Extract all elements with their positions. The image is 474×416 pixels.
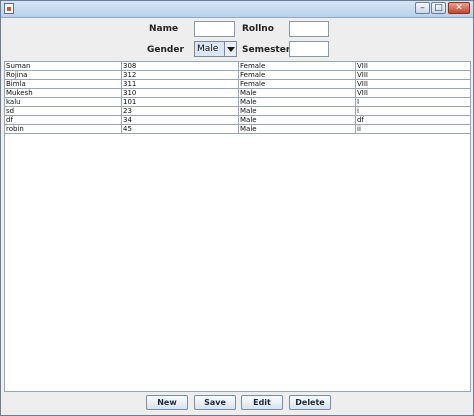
table-row[interactable]: Bimla 311 Female VIII <box>5 80 470 89</box>
minimize-icon: – <box>420 3 425 13</box>
title-bar: – □ ✕ <box>1 1 473 18</box>
table-cell[interactable]: VIII <box>356 71 470 79</box>
table-cell[interactable]: Female <box>239 80 355 88</box>
table-cell[interactable]: 34 <box>122 116 238 124</box>
table-row[interactable]: Mukesh 310 Male VIII <box>5 89 470 98</box>
table-cell[interactable]: VIII <box>356 80 470 88</box>
table-cell[interactable]: Female <box>239 71 355 79</box>
table-cell[interactable]: kalu <box>5 98 121 106</box>
table-row[interactable]: Rojina 312 Female VIII <box>5 71 470 80</box>
close-button[interactable]: ✕ <box>448 2 470 14</box>
name-label: Name <box>149 24 179 34</box>
table-row[interactable]: kalu 101 Male I <box>5 98 470 107</box>
table-cell[interactable]: i <box>356 107 470 115</box>
table-cell[interactable]: VIII <box>356 89 470 97</box>
new-button[interactable]: New <box>146 395 188 410</box>
table-cell[interactable]: 308 <box>122 62 238 70</box>
table-row[interactable]: sd 23 Male i <box>5 107 470 116</box>
students-table[interactable]: Suman 308 Female VIII Rojina 312 Female … <box>4 61 471 392</box>
table-cell[interactable]: Bimla <box>5 80 121 88</box>
table-cell[interactable]: 312 <box>122 71 238 79</box>
minimize-button[interactable]: – <box>415 2 430 14</box>
table-cell[interactable]: Suman <box>5 62 121 70</box>
table-cell[interactable]: sd <box>5 107 121 115</box>
table-cell[interactable]: Male <box>239 107 355 115</box>
table-cell[interactable]: robin <box>5 125 121 133</box>
semester-field[interactable] <box>289 41 329 57</box>
name-field[interactable] <box>194 21 235 37</box>
table-cell[interactable]: Rojina <box>5 71 121 79</box>
table-cell[interactable]: VIII <box>356 62 470 70</box>
close-icon: ✕ <box>455 3 463 13</box>
table-row[interactable]: df 34 Male df <box>5 116 470 125</box>
rollno-field[interactable] <box>289 21 329 37</box>
table-cell[interactable]: Male <box>239 89 355 97</box>
semester-label: Semester <box>242 45 291 55</box>
edit-button[interactable]: Edit <box>241 395 283 410</box>
table-cell[interactable]: 23 <box>122 107 238 115</box>
table-cell[interactable]: Male <box>239 125 355 133</box>
table-cell[interactable]: 101 <box>122 98 238 106</box>
table-cell[interactable]: 310 <box>122 89 238 97</box>
table-cell[interactable]: ii <box>356 125 470 133</box>
table-cell[interactable]: df <box>356 116 470 124</box>
table-cell[interactable]: df <box>5 116 121 124</box>
table-cell[interactable]: Male <box>239 98 355 106</box>
maximize-button[interactable]: □ <box>431 2 446 14</box>
java-app-icon <box>4 3 14 14</box>
table-cell[interactable]: Mukesh <box>5 89 121 97</box>
table-cell[interactable]: 45 <box>122 125 238 133</box>
table-cell[interactable]: 311 <box>122 80 238 88</box>
chevron-down-icon[interactable] <box>224 42 236 56</box>
delete-button[interactable]: Delete <box>289 395 331 410</box>
app-window: – □ ✕ Name Rollno Gender Male Semester S… <box>0 0 474 416</box>
rollno-label: Rollno <box>242 24 274 34</box>
table-row[interactable]: Suman 308 Female VIII <box>5 62 470 71</box>
maximize-icon: □ <box>434 3 443 13</box>
table-cell[interactable]: Female <box>239 62 355 70</box>
save-button[interactable]: Save <box>194 395 236 410</box>
gender-label: Gender <box>147 45 184 55</box>
gender-select[interactable]: Male <box>194 41 237 57</box>
gender-selected-value: Male <box>197 44 219 54</box>
table-cell[interactable]: Male <box>239 116 355 124</box>
table-row[interactable]: robin 45 Male ii <box>5 125 470 134</box>
table-cell[interactable]: I <box>356 98 470 106</box>
